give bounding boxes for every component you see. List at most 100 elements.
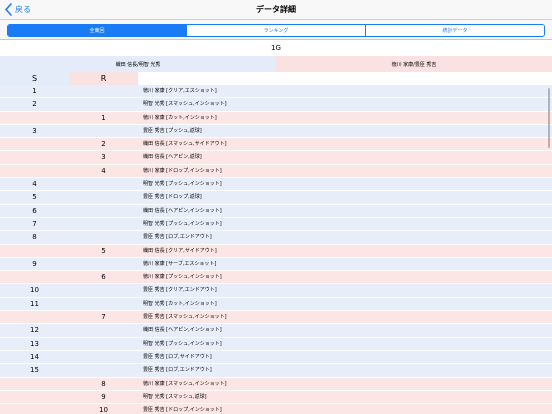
receive-score [69, 364, 138, 377]
rally-row[interactable]: 3 豊臣 秀吉 [プッシュ,返球] [0, 124, 552, 139]
rally-detail: 徳川 家康 [クリア,エスショット] [143, 88, 217, 94]
serve-score [0, 138, 69, 151]
serve-score: 6 [32, 206, 37, 215]
serve-score: 1 [32, 87, 37, 95]
rally-list[interactable]: 1 徳川 家康 [クリア,エスショット] 2 明智 光秀 [スマッシュ,インショット]… [0, 85, 552, 414]
receive-score [69, 351, 138, 364]
receive-score: 2 [101, 140, 106, 149]
serve-score: 4 [32, 180, 37, 189]
rally-row[interactable]: 3 織田 信長 [ヘアピン,返球] [0, 151, 552, 165]
rally-detail: 明智 光秀 [プッシュ,インショット] [143, 220, 222, 227]
rally-row[interactable]: 10 豊臣 秀吉 [クリア,エンドアウト] [0, 284, 552, 298]
receive-score: 8 [101, 379, 106, 388]
receive-score [69, 98, 138, 111]
serve-score [0, 391, 69, 404]
rally-detail: 豊臣 秀吉 [ドロップ,インショット] [143, 407, 222, 414]
rally-detail: 明智 光秀 [カット,インショット] [143, 300, 217, 307]
serve-score: 13 [30, 339, 39, 348]
rally-detail: 織田 信長 [ヘアピン,返球] [143, 154, 202, 161]
rally-row[interactable]: 6 織田 信長 [ヘアピン,インショット] [0, 204, 552, 218]
serve-score [0, 271, 69, 284]
receive-score [69, 338, 138, 351]
rally-detail: 織田 信長 [ヘアピン,インショット] [143, 327, 222, 334]
rally-detail: 織田 信長 [ヘアピン,インショット] [143, 207, 222, 214]
rally-detail: 豊臣 秀吉 [ロブ,エンドアウト] [143, 234, 212, 241]
receive-score: 10 [99, 406, 108, 414]
rally-row[interactable]: 9 明智 光秀 [スマッシュ,返球] [0, 390, 552, 405]
serve-score [0, 311, 69, 324]
receive-score: 6 [101, 273, 106, 282]
rally-detail: 織田 信長 [スマッシュ,サイドアウト] [143, 141, 227, 148]
segment-ranking[interactable]: ランキング [186, 25, 365, 36]
rally-detail: 明智 光秀 [プッシュ,インショット] [143, 340, 222, 347]
serve-score: 3 [32, 126, 37, 135]
rally-detail: 豊臣 秀吉 [ドロップ,返球] [143, 194, 202, 201]
serve-score [0, 151, 69, 164]
serve-score [0, 245, 69, 258]
rally-row[interactable]: 10 豊臣 秀吉 [ドロップ,インショット] [0, 404, 552, 414]
rally-row[interactable]: 11 明智 光秀 [カット,インショット] [0, 297, 552, 312]
rally-row[interactable]: 14 豊臣 秀吉 [ロブ,サイドアウト] [0, 350, 552, 365]
rally-row[interactable]: 15 豊臣 秀吉 [ロブ,エンドアウト] [0, 364, 552, 378]
receive-score [69, 324, 138, 337]
rally-row[interactable]: 5 豊臣 秀吉 [ドロップ,返球] [0, 191, 552, 205]
receive-score: 9 [101, 392, 106, 401]
receive-score [69, 258, 138, 271]
rally-row[interactable]: 12 織田 信長 [ヘアピン,インショット] [0, 324, 552, 338]
rally-row[interactable]: 2 織田 信長 [スマッシュ,サイドアウト] [0, 138, 552, 152]
page-title: データ詳細 [256, 5, 296, 14]
receive-score [69, 191, 138, 204]
receive-score: 3 [101, 153, 106, 162]
rally-row[interactable]: 2 明智 光秀 [スマッシュ,インショット] [0, 98, 552, 112]
serve-score: 12 [30, 326, 39, 335]
rally-detail: 明智 光秀 [プッシュ,インショット] [143, 181, 222, 188]
rally-row[interactable]: 4 明智 光秀 [プッシュ,インショット] [0, 178, 552, 192]
rally-row[interactable]: 5 織田 信長 [クリア,サイドアウト] [0, 244, 552, 258]
serve-score [0, 378, 69, 391]
rally-row[interactable]: 1 徳川 家康 [クリア,エスショット] [0, 85, 552, 99]
serve-score: 7 [32, 219, 37, 228]
navigation-bar: 戻る データ詳細 [0, 0, 552, 20]
rally-detail: 豊臣 秀吉 [プッシュ,返球] [143, 127, 202, 134]
receive-score [69, 178, 138, 191]
receive-score [69, 85, 138, 98]
receive-score: 4 [101, 166, 106, 175]
rally-row[interactable]: 7 豊臣 秀吉 [スマッシュ,インショット] [0, 311, 552, 325]
rally-row[interactable]: 13 明智 光秀 [プッシュ,インショット] [0, 337, 552, 351]
rally-detail: 織田 信長 [クリア,サイドアウト] [143, 247, 217, 254]
rally-detail: 明智 光秀 [スマッシュ,返球] [143, 393, 207, 400]
segment-all-points[interactable]: 全東回 [8, 25, 186, 36]
serve-score: 5 [32, 193, 37, 202]
team-header: 織田 信長/明智 光秀 徳川 家康/豊臣 秀吉 [0, 56, 552, 72]
team-right-label: 徳川 家康/豊臣 秀吉 [276, 56, 552, 72]
serve-score: 14 [30, 352, 39, 361]
receive-score [69, 284, 138, 297]
rally-detail: 豊臣 秀吉 [ロブ,サイドアウト] [143, 353, 212, 360]
rally-detail: 徳川 家康 [サーブ,エスショット] [143, 260, 217, 267]
receive-score [69, 125, 138, 138]
rally-row[interactable]: 7 明智 光秀 [プッシュ,インショット] [0, 217, 552, 232]
rally-row[interactable]: 8 徳川 家康 [スマッシュ,インショット] [0, 377, 552, 391]
rally-row[interactable]: 1 徳川 家康 [カット,インショット] [0, 111, 552, 125]
rally-row[interactable]: 8 豊臣 秀吉 [ロブ,エンドアウト] [0, 231, 552, 245]
scrollbar[interactable] [548, 88, 550, 148]
receive-score: 5 [101, 246, 106, 255]
receive-score [69, 218, 138, 231]
team-left-label: 織田 信長/明智 光秀 [0, 56, 276, 72]
rally-detail: 徳川 家康 [ドロップ,インショット] [143, 167, 222, 174]
column-header-r: R [69, 72, 138, 85]
rally-detail: 徳川 家康 [スマッシュ,インショット] [143, 380, 227, 387]
rally-detail: 豊臣 秀吉 [スマッシュ,インショット] [143, 314, 227, 321]
rally-detail: 明智 光秀 [スマッシュ,インショット] [143, 101, 227, 108]
serve-score [0, 112, 69, 125]
receive-score: 7 [101, 313, 106, 322]
serve-score: 11 [30, 299, 39, 308]
rally-row[interactable]: 6 徳川 家康 [プッシュ,インショット] [0, 271, 552, 285]
receive-score [69, 205, 138, 218]
serve-score [0, 165, 69, 178]
game-label: 1G [271, 44, 281, 52]
rally-row[interactable]: 9 徳川 家康 [サーブ,エスショット] [0, 257, 552, 272]
segment-bar: 全東回 ランキング 統計データ [0, 20, 552, 40]
rally-row[interactable]: 4 徳川 家康 [ドロップ,インショット] [0, 164, 552, 179]
segment-statistics[interactable]: 統計データ [365, 25, 544, 36]
